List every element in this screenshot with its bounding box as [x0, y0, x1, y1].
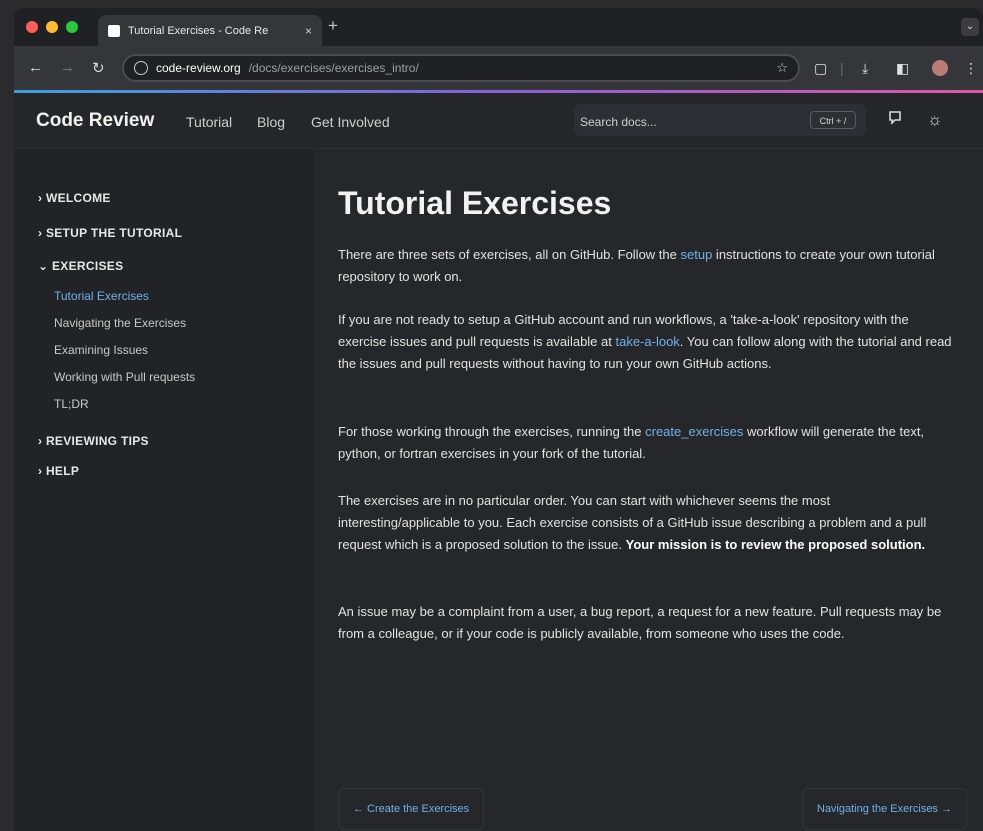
search-shortcut-badge: Ctrl + /: [810, 111, 856, 129]
tab-strip: Tutorial Exercises - Code Re × + ⌄: [14, 8, 983, 46]
back-arrow-icon[interactable]: ←: [28, 59, 43, 76]
paragraph-issues: An issue may be a complaint from a user,…: [338, 604, 942, 641]
reload-icon[interactable]: ↻: [92, 59, 105, 77]
search-placeholder[interactable]: Search docs...: [580, 115, 657, 129]
github-icon[interactable]: [887, 110, 903, 131]
chevron-right-icon: ›: [38, 464, 43, 478]
paragraph-create-exercises: For those working through the exercises,…: [338, 421, 954, 465]
nav-link-blog[interactable]: Blog: [257, 114, 285, 130]
browser-tab[interactable]: Tutorial Exercises - Code Re ×: [98, 15, 322, 46]
chevron-down-icon: ⌄: [38, 259, 49, 273]
page-title: Tutorial Exercises: [338, 185, 612, 221]
tab-close-icon[interactable]: ×: [305, 24, 312, 38]
sidebar-section-label: REVIEWING TIPS: [45, 434, 149, 448]
setup-link[interactable]: setup: [681, 247, 713, 262]
main-content: Tutorial Exercises There are three sets …: [314, 149, 983, 831]
github-icon-svg: [889, 111, 901, 125]
bookmark-star-icon[interactable]: ☆: [776, 60, 788, 76]
minimize-window-button[interactable]: [46, 21, 58, 33]
sidebar-item-tldr[interactable]: TL;DR: [54, 397, 89, 411]
close-window-button[interactable]: [26, 21, 38, 33]
kebab-menu-icon[interactable]: ⋮: [964, 60, 978, 77]
text: For those working through the exercises,…: [338, 424, 646, 439]
nav-link-tutorial[interactable]: Tutorial: [186, 114, 232, 130]
docs-sidebar: › WELCOME › SETUP THE TUTORIAL ⌄ EXERCIS…: [14, 149, 315, 831]
create-exercises-link[interactable]: create_exercises: [645, 424, 743, 439]
site-header: Code Review Tutorial Blog Get Involved S…: [14, 93, 983, 149]
forward-arrow-icon[interactable]: →: [60, 59, 75, 76]
take-a-look-link[interactable]: take-a-look: [615, 334, 679, 349]
paragraph-intro: There are three sets of exercises, all o…: [338, 244, 954, 288]
sidebar-section-setup[interactable]: › SETUP THE TUTORIAL: [38, 226, 182, 240]
tab-title: Tutorial Exercises - Code Re: [128, 24, 269, 37]
mission-text: Your mission is to review the proposed s…: [625, 537, 926, 552]
theme-toggle-icon[interactable]: ☼: [927, 110, 943, 130]
download-icon[interactable]: ⤓: [862, 60, 868, 77]
chevron-right-icon: ›: [38, 191, 43, 205]
chevron-right-icon: ›: [38, 434, 43, 448]
url-path: /docs/exercises/exercises_intro/: [248, 61, 419, 75]
prev-page-button[interactable]: ← Create the Exercises: [338, 788, 485, 830]
new-tab-button[interactable]: +: [328, 16, 338, 36]
maximize-window-button[interactable]: [66, 21, 78, 33]
paragraph-order: The exercises are in no particular order…: [338, 490, 954, 556]
sidebar-item-pull-requests[interactable]: Working with Pull requests: [54, 370, 195, 384]
sidebar-section-help[interactable]: › HELP: [38, 464, 79, 478]
profile-avatar[interactable]: [932, 60, 948, 76]
sidebar-icon[interactable]: ◧: [896, 60, 909, 77]
nav-link-get-involved[interactable]: Get Involved: [311, 114, 390, 130]
chevron-right-icon: ›: [38, 226, 43, 240]
docs-site: Code Review Tutorial Blog Get Involved S…: [14, 93, 983, 831]
tab-favicon-icon: [108, 24, 120, 37]
sidebar-section-label: EXERCISES: [52, 259, 124, 273]
sidebar-item-tutorial-exercises[interactable]: Tutorial Exercises: [54, 289, 149, 303]
sidebar-section-label: HELP: [45, 464, 80, 478]
sidebar-item-examining-issues[interactable]: Examining Issues: [54, 343, 148, 357]
url-host: code-review.org: [156, 61, 241, 75]
next-page-button[interactable]: Navigating the Exercises →: [801, 788, 967, 830]
browser-toolbar: ← → ↻ code-review.org /docs/exercises/ex…: [14, 46, 983, 90]
paragraph-take-a-look: If you are not ready to setup a GitHub a…: [338, 309, 954, 375]
sidebar-section-welcome[interactable]: › WELCOME: [38, 191, 111, 205]
sidebar-section-label: WELCOME: [45, 191, 111, 205]
toolbar-divider: |: [840, 60, 844, 76]
extension-icon[interactable]: ▢: [814, 60, 827, 77]
site-info-icon[interactable]: [134, 61, 148, 75]
text: There are three sets of exercises, all o…: [338, 247, 681, 262]
sidebar-section-label: SETUP THE TUTORIAL: [45, 226, 183, 240]
browser-window: Tutorial Exercises - Code Re × + ⌄ ← → ↻…: [14, 8, 983, 831]
tab-search-icon[interactable]: ⌄: [961, 18, 979, 36]
sidebar-section-exercises[interactable]: ⌄ EXERCISES: [38, 259, 123, 273]
address-bar[interactable]: code-review.org /docs/exercises/exercise…: [122, 54, 800, 82]
sidebar-item-navigating[interactable]: Navigating the Exercises: [54, 316, 186, 330]
site-brand[interactable]: Code Review: [36, 110, 154, 132]
sidebar-section-reviewing-tips[interactable]: › REVIEWING TIPS: [38, 434, 149, 448]
